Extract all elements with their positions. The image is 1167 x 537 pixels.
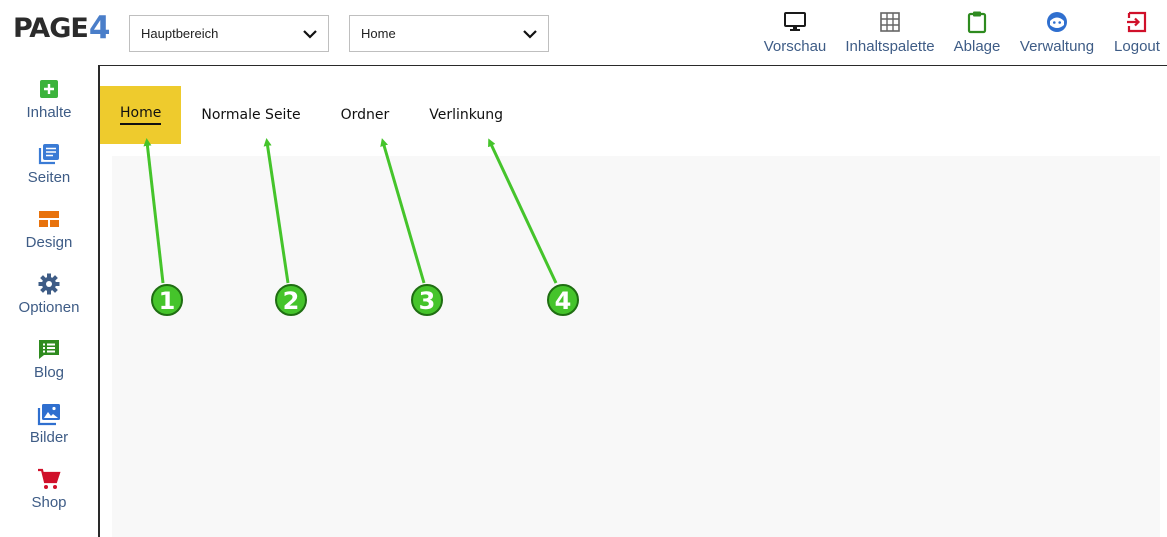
- logout-button[interactable]: Logout: [1112, 10, 1162, 60]
- logout-label: Logout: [1114, 38, 1160, 55]
- sidebar-item-label: Inhalte: [26, 104, 72, 121]
- nav-item-label: Ordner: [340, 107, 390, 123]
- grid-icon: [880, 12, 900, 32]
- top-bar: PAGE 4 Hauptbereich Home Vorschau Inhalts…: [0, 0, 1167, 66]
- site-navigation: Home Normale Seite Ordner Verlinkung: [100, 86, 523, 144]
- nav-item-label: Home: [120, 105, 162, 125]
- logout-icon: [1127, 11, 1147, 33]
- chevron-down-icon: [303, 30, 317, 39]
- administration-button[interactable]: Verwaltung: [1018, 10, 1096, 60]
- gear-icon: [38, 273, 60, 295]
- sidebar-item-options[interactable]: Optionen: [0, 272, 98, 328]
- sidebar-item-label: Seiten: [27, 169, 71, 186]
- pages-icon: [38, 144, 59, 165]
- sidebar-item-images[interactable]: Bilder: [0, 402, 98, 458]
- content-palette-label: Inhaltspalette: [845, 38, 935, 55]
- cart-icon: [38, 468, 61, 489]
- clipboard-label: Ablage: [953, 38, 1001, 55]
- face-icon: [1047, 12, 1067, 32]
- page-canvas: [112, 156, 1160, 537]
- plus-square-icon: [40, 80, 58, 98]
- page-select-value: Home: [361, 26, 396, 41]
- sidebar-item-label: Shop: [31, 494, 67, 511]
- nav-item-folder[interactable]: Ordner: [321, 86, 410, 144]
- logo-number: 4: [88, 10, 111, 46]
- nav-item-label: Verlinkung: [429, 107, 504, 123]
- chevron-down-icon: [523, 30, 537, 39]
- sidebar-item-label: Bilder: [29, 429, 69, 446]
- sidebar: Inhalte Seiten Design Optionen Blog Bild…: [0, 66, 98, 537]
- layout-icon: [39, 211, 59, 227]
- sidebar-item-blog[interactable]: Blog: [0, 337, 98, 393]
- sidebar-item-contents[interactable]: Inhalte: [0, 77, 98, 133]
- nav-item-label: Normale Seite: [201, 107, 301, 123]
- clipboard-button[interactable]: Ablage: [952, 10, 1002, 60]
- preview-button[interactable]: Vorschau: [762, 10, 828, 60]
- area-select[interactable]: Hauptbereich: [129, 15, 329, 52]
- content-palette-button[interactable]: Inhaltspalette: [844, 10, 936, 60]
- page4-logo[interactable]: PAGE 4: [13, 10, 111, 46]
- sidebar-item-shop[interactable]: Shop: [0, 467, 98, 523]
- sidebar-item-label: Blog: [33, 364, 65, 381]
- administration-label: Verwaltung: [1019, 38, 1095, 55]
- sidebar-item-label: Optionen: [18, 299, 80, 316]
- logo-text: PAGE: [13, 12, 89, 44]
- blog-icon: [39, 340, 59, 359]
- sidebar-item-pages[interactable]: Seiten: [0, 142, 98, 198]
- images-icon: [37, 404, 60, 426]
- nav-item-link[interactable]: Verlinkung: [409, 86, 523, 144]
- preview-label: Vorschau: [763, 38, 827, 55]
- nav-item-home[interactable]: Home: [100, 86, 182, 144]
- sidebar-item-label: Design: [25, 234, 73, 251]
- nav-item-normal-page[interactable]: Normale Seite: [181, 86, 320, 144]
- page-select[interactable]: Home: [349, 15, 549, 52]
- area-select-value: Hauptbereich: [141, 26, 219, 41]
- sidebar-item-design[interactable]: Design: [0, 207, 98, 263]
- website-preview: Home Normale Seite Ordner Verlinkung: [98, 65, 1167, 537]
- clipboard-icon: [967, 11, 987, 34]
- monitor-icon: [784, 12, 806, 31]
